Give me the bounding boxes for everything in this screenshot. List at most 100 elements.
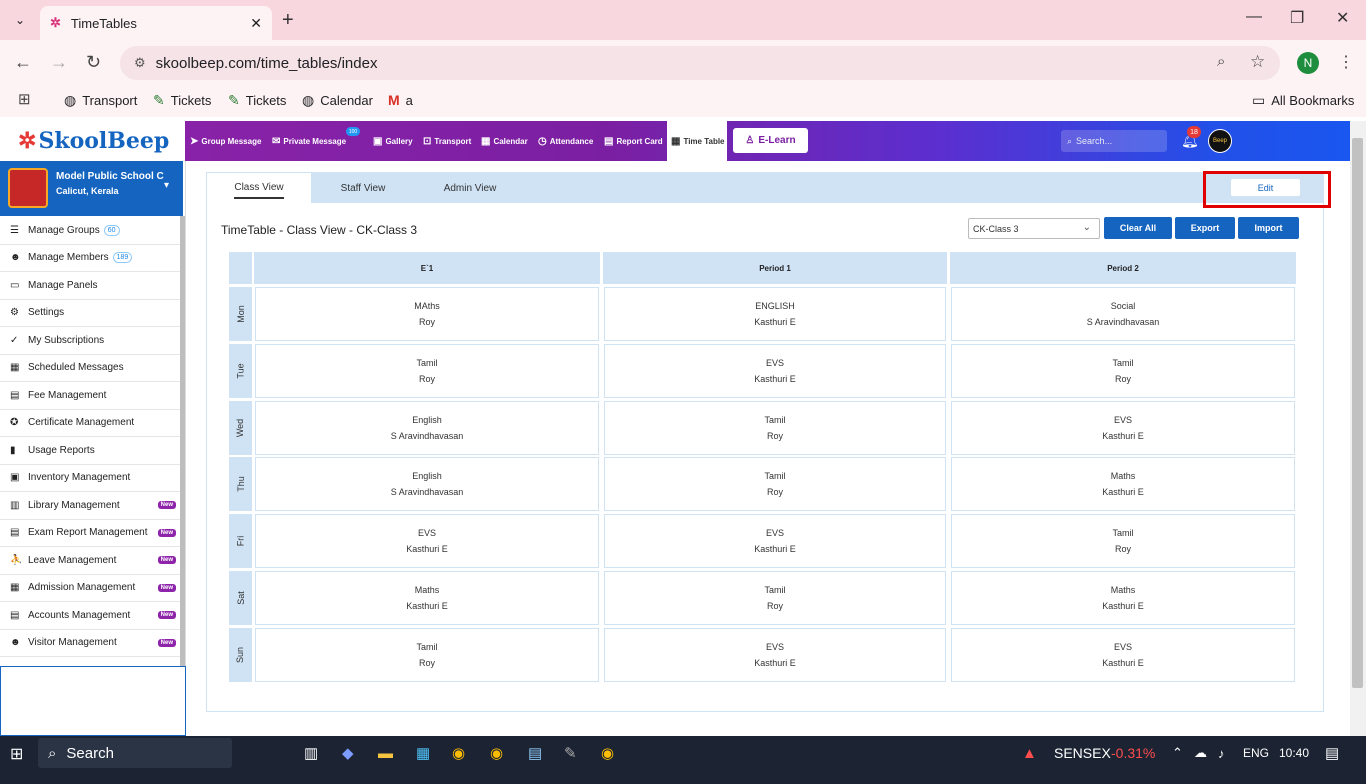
network-icon[interactable]: ☁ <box>1194 744 1207 762</box>
sidebar-scrollbar[interactable] <box>180 216 185 666</box>
bookmark-transport[interactable]: ◍ Transport <box>64 92 137 109</box>
timetable-cell[interactable]: Tamil Roy <box>255 627 599 682</box>
user-avatar[interactable]: Beep <box>1208 129 1232 153</box>
chevron-down-icon[interactable]: ▾ <box>164 180 169 191</box>
chrome-active-icon[interactable]: ◉ <box>490 744 503 762</box>
paint-icon[interactable]: ✎ <box>564 744 577 762</box>
sidebar-item-inventory-management[interactable]: ▣ Inventory Management <box>0 465 180 492</box>
windows-start-icon[interactable]: ⊞ <box>10 745 23 763</box>
sidebar-item-settings[interactable]: ⚙ Settings <box>0 300 180 327</box>
close-window-icon[interactable]: ✕ <box>1336 8 1349 28</box>
site-info-icon[interactable]: ⚙ <box>134 55 146 71</box>
timetable-cell[interactable]: EVS Kasthuri E <box>604 627 946 682</box>
sidebar-item-scheduled-messages[interactable]: ▦ Scheduled Messages <box>0 355 180 382</box>
browser-tab-active[interactable]: ✲ TimeTables ✕ <box>40 6 272 40</box>
timetable-cell[interactable]: Maths Kasthuri E <box>255 571 599 625</box>
chrome-icon[interactable]: ◉ <box>601 744 614 762</box>
import-button[interactable]: Import <box>1238 217 1299 239</box>
nav-report-card[interactable]: ▤ Report Card <box>604 121 663 161</box>
bookmark-tickets-2[interactable]: ✎ Tickets <box>228 92 286 109</box>
clock[interactable]: 10:40 <box>1279 744 1309 762</box>
nav-group-message[interactable]: ➤ Group Message <box>190 121 261 161</box>
timetable-cell[interactable]: EVS Kasthuri E <box>604 514 946 569</box>
sidebar-item-certificate-management[interactable]: ✪ Certificate Management <box>0 410 180 437</box>
close-tab-icon[interactable]: ✕ <box>250 15 262 32</box>
apps-grid-icon[interactable]: ⊞ <box>18 90 31 108</box>
sidebar-item-my-subscriptions[interactable]: ✓ My Subscriptions <box>0 327 180 355</box>
forward-icon[interactable]: → <box>50 52 68 73</box>
timetable-cell[interactable]: EVS Kasthuri E <box>604 343 946 398</box>
timetable-cell[interactable]: English S Aravindhavasan <box>255 400 599 455</box>
sidebar-item-visitor-management[interactable]: ☻ Visitor Management New <box>0 630 180 657</box>
sidebar-item-exam-report-management[interactable]: ▤ Exam Report Management New <box>0 520 180 547</box>
sidebar-item-leave-management[interactable]: ⛹ Leave Management New <box>0 547 180 575</box>
tab-admin-view[interactable]: Admin View <box>426 173 514 203</box>
bookmark-calendar[interactable]: ◍ Calendar <box>302 92 373 109</box>
timetable-cell[interactable]: ENGLISH Kasthuri E <box>604 287 946 341</box>
class-select[interactable]: CK-Class 3 ⌄ <box>968 218 1100 239</box>
address-bar[interactable]: ⚙ skoolbeep.com/time_tables/index <box>120 46 1280 80</box>
timetable-cell[interactable]: Tamil Roy <box>951 343 1295 398</box>
all-bookmarks[interactable]: ▭ All Bookmarks <box>1252 92 1354 109</box>
nav-gallery[interactable]: ▣ Gallery <box>373 121 413 161</box>
minimize-icon[interactable]: — <box>1246 8 1262 26</box>
reload-icon[interactable]: ↻ <box>86 52 101 73</box>
tab-search-chevron-icon[interactable]: ⌄ <box>8 8 32 32</box>
restore-icon[interactable]: ❐ <box>1290 8 1304 28</box>
nav-calendar[interactable]: ▦ Calendar <box>481 121 528 161</box>
timetable-cell[interactable]: Tamil Roy <box>604 457 946 512</box>
sidebar-item-manage-groups[interactable]: ☰ Manage Groups 60 <box>0 217 180 245</box>
clear-all-button[interactable]: Clear All <box>1104 217 1172 239</box>
page-scrollbar-thumb[interactable] <box>1352 138 1363 688</box>
store-icon[interactable]: ▦ <box>416 744 430 762</box>
sidebar-item-library-management[interactable]: ▥ Library Management New <box>0 492 180 520</box>
timetable-cell[interactable]: EVS Kasthuri E <box>951 400 1295 455</box>
sidebar-item-manage-members[interactable]: ☻ Manage Members 189 <box>0 245 180 272</box>
export-button[interactable]: Export <box>1175 217 1235 239</box>
timetable-cell[interactable]: EVS Kasthuri E <box>255 514 599 569</box>
tab-staff-view[interactable]: Staff View <box>320 173 406 203</box>
timetable-cell[interactable]: English S Aravindhavasan <box>255 457 599 512</box>
file-explorer-icon[interactable]: ▬ <box>378 744 393 762</box>
nav-private-message[interactable]: ✉ Private Message <box>272 121 346 161</box>
nav-transport[interactable]: ⊡ Transport <box>423 121 471 161</box>
sidebar-item-fee-management[interactable]: ▤ Fee Management <box>0 382 180 410</box>
bookmark-gmail[interactable]: Ma <box>388 92 413 108</box>
notifications-icon[interactable]: ▤ <box>1325 744 1339 762</box>
zoom-icon[interactable]: ⌕ <box>1217 53 1225 70</box>
timetable-cell[interactable]: EVS Kasthuri E <box>951 627 1295 682</box>
header-search-input[interactable]: ⌕ Search... <box>1061 130 1167 152</box>
sidebar-item-manage-panels[interactable]: ▭ Manage Panels <box>0 272 180 300</box>
chrome-icon[interactable]: ◉ <box>452 744 465 762</box>
timetable-cell[interactable]: Maths Kasthuri E <box>951 571 1295 625</box>
task-view-icon[interactable]: ▥ <box>304 744 318 762</box>
chrome-menu-icon[interactable]: ⋮ <box>1338 52 1354 72</box>
bookmark-star-icon[interactable]: ☆ <box>1250 52 1265 72</box>
timetable-cell[interactable]: Tamil Roy <box>255 343 599 398</box>
copilot-icon[interactable]: ◆ <box>342 744 354 762</box>
tray-chevron-icon[interactable]: ⌃ <box>1172 744 1183 762</box>
nav-attendance[interactable]: ◷ Attendance <box>538 121 593 161</box>
timetable-cell[interactable]: Social S Aravindhavasan <box>951 287 1295 341</box>
taskbar-search[interactable]: ⌕ Search <box>38 738 232 768</box>
timetable-cell[interactable]: Tamil Roy <box>604 571 946 625</box>
volume-icon[interactable]: ♪ <box>1218 744 1225 762</box>
timetable-cell[interactable]: Tamil Roy <box>604 400 946 455</box>
bookmark-tickets-1[interactable]: ✎ Tickets <box>153 92 211 109</box>
back-icon[interactable]: ← <box>14 52 32 73</box>
language-indicator[interactable]: ENG <box>1243 744 1269 762</box>
timetable-cell[interactable]: Tamil Roy <box>951 514 1295 569</box>
elearn-button[interactable]: ♙ E-Learn <box>733 128 808 153</box>
tab-class-view[interactable]: Class View <box>207 173 311 203</box>
nav-time-table[interactable]: ▦ Time Table <box>667 121 727 161</box>
sidebar-item-admission-management[interactable]: ▦ Admission Management New <box>0 575 180 602</box>
ticker-name[interactable]: SENSEX <box>1054 744 1111 762</box>
timetable-cell[interactable]: MAths Roy <box>255 287 599 341</box>
timetable-cell[interactable]: Maths Kasthuri E <box>951 457 1295 512</box>
sidebar-item-usage-reports[interactable]: ▮ Usage Reports <box>0 437 180 465</box>
skoolbeep-logo[interactable]: ✲ SkoolBeep <box>0 121 185 161</box>
new-tab-icon[interactable]: + <box>282 9 294 32</box>
sidebar-item-accounts-management[interactable]: ▤ Accounts Management New <box>0 602 180 630</box>
profile-avatar[interactable]: N <box>1297 52 1319 74</box>
notepad-icon[interactable]: ▤ <box>528 744 542 762</box>
